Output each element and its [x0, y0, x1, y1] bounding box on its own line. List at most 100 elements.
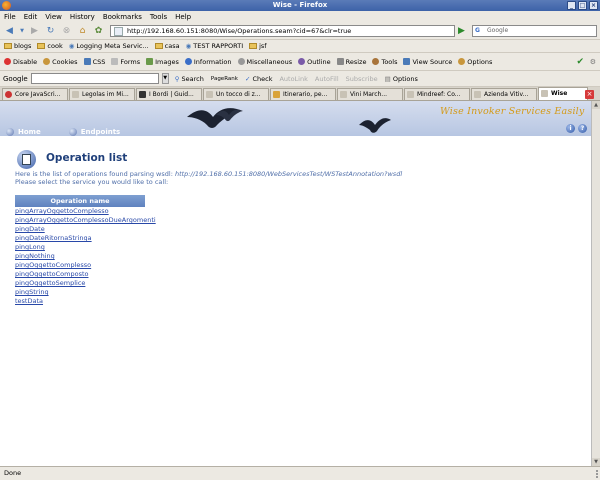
extension-icon[interactable]: ✿ [92, 25, 105, 38]
reload-icon[interactable]: ↻ [44, 25, 57, 38]
google-search-input[interactable] [30, 73, 159, 84]
google-toolbar-label: Google [3, 74, 28, 83]
nav-home-link[interactable]: Home [6, 127, 41, 136]
bookmark-blogs[interactable]: blogs [4, 42, 31, 50]
google-item-label: Options [392, 74, 418, 83]
status-bar: Done [0, 466, 600, 480]
operation-link[interactable]: testData [15, 297, 145, 306]
tab-itinerario[interactable]: Itinerario, pe... [270, 88, 336, 100]
bookmark-test-rapporti[interactable]: ◉ TEST RAPPORTI [186, 42, 244, 50]
css-icon [83, 58, 91, 65]
dev-miscellaneous[interactable]: Miscellaneous [237, 58, 292, 66]
operation-link[interactable]: pingOggettoComplesso [15, 261, 145, 270]
google-autolink[interactable]: AutoLink [279, 75, 307, 83]
operation-link[interactable]: pingString [15, 288, 145, 297]
tab-wise[interactable]: Wise [538, 87, 588, 100]
close-window-button[interactable]: × [589, 1, 598, 10]
operation-link[interactable]: pingDate [15, 225, 145, 234]
bird-illustration [216, 109, 242, 122]
dev-view-source[interactable]: View Source [403, 58, 452, 66]
settings-icon: ⚙ [589, 57, 596, 66]
images-icon [146, 58, 154, 65]
menu-tools[interactable]: Tools [150, 13, 167, 21]
operation-link[interactable]: pingArrayOggettoComplessoDueArgomenti [15, 216, 156, 225]
search-input[interactable]: G Google [472, 25, 597, 37]
operation-link[interactable]: pingArrayOggettoComplesso [15, 207, 145, 216]
tab-label: Un tocco di z... [216, 91, 261, 98]
tab-mindreef[interactable]: Mindreef: Co... [404, 88, 470, 100]
forward-arrow-icon[interactable]: ▶ [28, 25, 41, 38]
check-icon: ✔ [576, 56, 584, 67]
help-icon[interactable]: ? [578, 124, 587, 133]
magnifier-icon: ⚲ [174, 74, 180, 83]
operation-link[interactable]: pingDateRitornaStringa [15, 234, 145, 243]
stop-icon[interactable]: ⊗ [60, 25, 73, 38]
dropdown-icon[interactable]: ▼ [19, 25, 25, 38]
window-titlebar: Wise - Firefox _ □ × [0, 0, 600, 11]
tab-core-javascript[interactable]: Core JavaScri... [2, 88, 68, 100]
tab-un-tocco[interactable]: Un tocco di z... [203, 88, 269, 100]
url-text: http://192.168.60.151:8080/Wise/Operatio… [127, 27, 352, 35]
menu-file[interactable]: File [4, 13, 16, 21]
operation-list-icon [17, 150, 36, 169]
tab-i-bordi[interactable]: I Bordi | Guid... [136, 88, 202, 100]
tab-favicon-icon [340, 91, 347, 98]
menu-history[interactable]: History [70, 13, 95, 21]
google-dropdown-icon[interactable]: ▼ [161, 73, 169, 84]
nav-endpoints-link[interactable]: Endpoints [68, 127, 120, 136]
minimize-button[interactable]: _ [567, 1, 576, 10]
scroll-up-icon[interactable]: ▲ [592, 101, 600, 109]
home-icon[interactable]: ⌂ [76, 25, 89, 38]
google-search-icon: G [475, 27, 480, 34]
google-options[interactable]: ▤ Options [385, 75, 418, 83]
bookmark-label: jsf [259, 42, 267, 50]
menu-edit[interactable]: Edit [24, 13, 38, 21]
dev-label: View Source [412, 57, 453, 66]
close-tab-icon[interactable]: × [585, 90, 594, 99]
operation-link[interactable]: pingOggettoComposto [15, 270, 145, 279]
dev-resize[interactable]: Resize [336, 57, 367, 66]
home-bullet-icon [6, 127, 14, 136]
dev-outline[interactable]: Outline [298, 58, 331, 66]
tab-legolas[interactable]: Legolas im Mi... [69, 88, 135, 100]
dev-images[interactable]: Images [146, 58, 179, 66]
google-subscribe[interactable]: Subscribe [346, 75, 378, 83]
menu-help[interactable]: Help [175, 13, 191, 21]
dev-forms[interactable]: Forms [111, 58, 140, 66]
vertical-scrollbar[interactable]: ▲ ▼ [591, 101, 600, 466]
google-search-button[interactable]: ⚲ Search [175, 75, 204, 83]
back-arrow-icon[interactable]: ◀ [3, 25, 16, 38]
dev-disable[interactable]: Disable [4, 58, 37, 66]
operation-link[interactable]: pingLong [15, 243, 145, 252]
bookmark-jsf[interactable]: jsf [249, 42, 267, 50]
go-icon[interactable]: ▶ [458, 26, 468, 36]
operation-table: Operation name pingArrayOggettoComplesso… [15, 195, 156, 306]
google-autofill[interactable]: AutoFill [315, 75, 339, 83]
dev-cookies[interactable]: Cookies [43, 58, 78, 66]
banner-nav: Home Endpoints [0, 127, 591, 136]
maximize-button[interactable]: □ [578, 1, 587, 10]
bookmark-logging-meta[interactable]: ◉ Logging Meta Servic... [69, 42, 149, 50]
info-icon[interactable]: i [566, 124, 575, 133]
dev-information[interactable]: Information [184, 58, 232, 66]
banner-icons: i ? [566, 124, 587, 133]
bookmark-casa[interactable]: casa [154, 42, 180, 50]
tab-favicon-icon [139, 91, 146, 98]
url-bar[interactable]: http://192.168.60.151:8080/Wise/Operatio… [110, 25, 455, 37]
tab-vini-marche[interactable]: Vini March... [337, 88, 403, 100]
google-pagerank[interactable]: PageRank [211, 76, 238, 82]
dev-label: Resize [345, 57, 367, 66]
dev-css[interactable]: CSS [83, 58, 105, 66]
resize-grip-icon[interactable] [590, 470, 598, 478]
options-icon [458, 58, 466, 65]
operation-link[interactable]: pingOggettoSemplice [15, 279, 145, 288]
tab-azienda[interactable]: Azienda Vitiv... [471, 88, 537, 100]
google-check-button[interactable]: ✓ Check [245, 75, 273, 83]
menu-view[interactable]: View [45, 13, 62, 21]
dev-options[interactable]: Options [458, 58, 492, 66]
scroll-down-icon[interactable]: ▼ [592, 458, 600, 466]
operation-link[interactable]: pingNothing [15, 252, 145, 261]
bookmark-cook[interactable]: cook [37, 42, 63, 50]
menu-bookmarks[interactable]: Bookmarks [103, 13, 142, 21]
dev-tools[interactable]: Tools [372, 58, 397, 66]
